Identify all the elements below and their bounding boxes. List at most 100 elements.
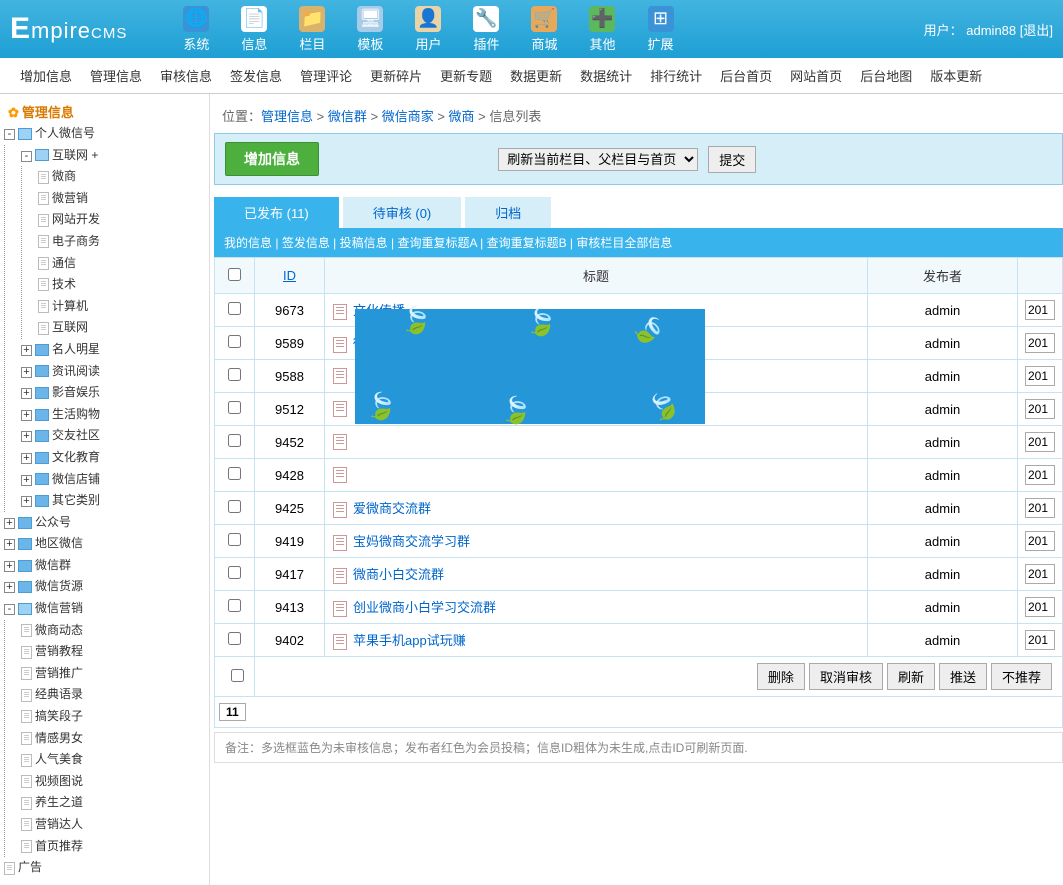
doc-icon: [333, 634, 347, 650]
submenu-审核信息[interactable]: 审核信息: [160, 66, 212, 85]
top-header: EmpireCMS 🌐系统📄信息📁栏目🖥模板👤用户🔧插件🛒商城➕其他⊞扩展 用户…: [0, 0, 1063, 58]
action-取消审核[interactable]: 取消审核: [809, 663, 883, 690]
user-area: 用户： admin88 [退出]: [924, 20, 1053, 39]
date-input[interactable]: [1025, 630, 1055, 650]
row-checkbox[interactable]: [228, 302, 241, 315]
doc-icon: [333, 434, 347, 450]
top-nav: 🌐系统📄信息📁栏目🖥模板👤用户🔧插件🛒商城➕其他⊞扩展: [167, 2, 689, 57]
date-input[interactable]: [1025, 597, 1055, 617]
date-input[interactable]: [1025, 333, 1055, 353]
action-bar: 增加信息 刷新当前栏目、父栏目与首页 提交: [214, 133, 1063, 185]
topnav-插件[interactable]: 🔧插件: [457, 2, 515, 57]
table-row: 9413创业微商小白学习交流群admin: [215, 591, 1063, 624]
row-title-link[interactable]: 微商小白交流群: [353, 567, 444, 582]
topnav-商城[interactable]: 🛒商城: [515, 2, 573, 57]
date-input[interactable]: [1025, 498, 1055, 518]
doc-icon: [333, 601, 347, 617]
filter-bar: 我的信息 | 签发信息 | 投稿信息 | 查询重复标题A | 查询重复标题B |…: [214, 228, 1063, 257]
action-推送[interactable]: 推送: [939, 663, 987, 690]
pagination: 11: [214, 697, 1063, 728]
logout-link[interactable]: [退出]: [1020, 23, 1053, 38]
submenu-管理评论[interactable]: 管理评论: [300, 66, 352, 85]
row-checkbox[interactable]: [228, 368, 241, 381]
doc-icon: [333, 467, 347, 483]
table-row: 9452admin: [215, 426, 1063, 459]
row-title-link[interactable]: 爱微商交流群: [353, 501, 431, 516]
doc-icon: [333, 304, 347, 320]
table-row: 9419宝妈微商交流学习群admin: [215, 525, 1063, 558]
submenu-后台首页[interactable]: 后台首页: [720, 66, 772, 85]
date-input[interactable]: [1025, 399, 1055, 419]
date-input[interactable]: [1025, 564, 1055, 584]
tree-root: -个人微信号-互联网 +微商微营销网站开发电子商务通信技术计算机互联网+名人明星…: [4, 123, 205, 879]
action-不推荐[interactable]: 不推荐: [991, 663, 1052, 690]
table-row: 9417微商小白交流群admin: [215, 558, 1063, 591]
page-number[interactable]: 11: [219, 703, 246, 721]
doc-icon: [333, 368, 347, 384]
topnav-用户[interactable]: 👤用户: [399, 2, 457, 57]
submenu-排行统计[interactable]: 排行统计: [650, 66, 702, 85]
topnav-其他[interactable]: ➕其他: [573, 2, 631, 57]
overlay-image: 🍃 🍃 🍃 🍃 🍃 🍃: [355, 309, 705, 424]
sidebar-title: 管理信息: [4, 100, 205, 123]
submenu-更新碎片[interactable]: 更新碎片: [370, 66, 422, 85]
row-checkbox[interactable]: [228, 533, 241, 546]
topnav-扩展[interactable]: ⊞扩展: [632, 2, 690, 57]
row-checkbox[interactable]: [228, 500, 241, 513]
breadcrumb: 位置：管理信息 > 微信群 > 微信商家 > 微商 > 信息列表: [214, 102, 1063, 129]
submenu-增加信息[interactable]: 增加信息: [20, 66, 72, 85]
date-input[interactable]: [1025, 366, 1055, 386]
submenu-管理信息[interactable]: 管理信息: [90, 66, 142, 85]
topnav-系统[interactable]: 🌐系统: [167, 2, 225, 57]
checkbox-all[interactable]: [228, 268, 241, 281]
date-input[interactable]: [1025, 432, 1055, 452]
row-checkbox[interactable]: [228, 467, 241, 480]
submenu-版本更新[interactable]: 版本更新: [930, 66, 982, 85]
action-刷新[interactable]: 刷新: [887, 663, 935, 690]
tabs: 已发布 (11) 待审核 (0) 归档: [214, 197, 1063, 228]
tab-published[interactable]: 已发布 (11): [214, 197, 339, 228]
table-row: 9402苹果手机app试玩赚admin: [215, 624, 1063, 657]
checkbox-footer[interactable]: [231, 669, 244, 682]
row-checkbox[interactable]: [228, 566, 241, 579]
user-name: admin88: [966, 23, 1016, 38]
row-checkbox[interactable]: [228, 335, 241, 348]
submit-button[interactable]: 提交: [708, 146, 756, 173]
tab-pending[interactable]: 待审核 (0): [343, 197, 462, 228]
date-input[interactable]: [1025, 300, 1055, 320]
row-title-link[interactable]: 创业微商小白学习交流群: [353, 600, 496, 615]
submenu-签发信息[interactable]: 签发信息: [230, 66, 282, 85]
date-input[interactable]: [1025, 465, 1055, 485]
submenu-数据更新[interactable]: 数据更新: [510, 66, 562, 85]
topnav-信息[interactable]: 📄信息: [225, 2, 283, 57]
action-删除[interactable]: 删除: [757, 663, 805, 690]
refresh-select[interactable]: 刷新当前栏目、父栏目与首页: [498, 148, 698, 171]
row-checkbox[interactable]: [228, 401, 241, 414]
add-button[interactable]: 增加信息: [225, 142, 319, 176]
logo: EmpireCMS: [10, 12, 127, 46]
submenu-数据统计[interactable]: 数据统计: [580, 66, 632, 85]
row-title-link[interactable]: 苹果手机app试玩赚: [353, 633, 466, 648]
sub-menu: 增加信息管理信息审核信息签发信息管理评论更新碎片更新专题数据更新数据统计排行统计…: [0, 58, 1063, 94]
doc-icon: [333, 535, 347, 551]
row-title-link[interactable]: 宝妈微商交流学习群: [353, 534, 470, 549]
content-area: 位置：管理信息 > 微信群 > 微信商家 > 微商 > 信息列表 增加信息 刷新…: [210, 94, 1063, 885]
doc-icon: [333, 568, 347, 584]
date-input[interactable]: [1025, 531, 1055, 551]
topnav-模板[interactable]: 🖥模板: [341, 2, 399, 57]
sidebar: 管理信息 -个人微信号-互联网 +微商微营销网站开发电子商务通信技术计算机互联网…: [0, 94, 210, 885]
topnav-栏目[interactable]: 📁栏目: [283, 2, 341, 57]
col-author: 发布者: [923, 269, 962, 284]
note-text: 备注：多选框蓝色为未审核信息；发布者红色为会员投稿；信息ID粗体为未生成,点击I…: [214, 732, 1063, 763]
row-checkbox[interactable]: [228, 434, 241, 447]
col-id[interactable]: ID: [283, 268, 296, 283]
table-row: 9425爱微商交流群admin: [215, 492, 1063, 525]
table-row: 9428admin: [215, 459, 1063, 492]
row-checkbox[interactable]: [228, 632, 241, 645]
submenu-更新专题[interactable]: 更新专题: [440, 66, 492, 85]
tab-archived[interactable]: 归档: [465, 197, 551, 228]
submenu-网站首页[interactable]: 网站首页: [790, 66, 842, 85]
col-title: 标题: [583, 269, 609, 284]
row-checkbox[interactable]: [228, 599, 241, 612]
submenu-后台地图[interactable]: 后台地图: [860, 66, 912, 85]
